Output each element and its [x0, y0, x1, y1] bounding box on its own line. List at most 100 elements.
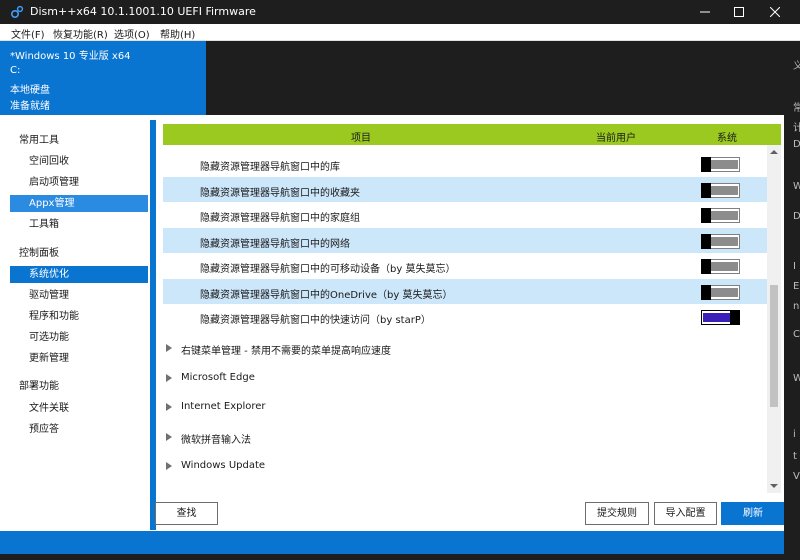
refresh-button[interactable]: 刷新	[721, 502, 785, 525]
column-current-user[interactable]: 当前用户	[596, 129, 636, 144]
app-window: Dism++x64 10.1.1001.10 UEFI Firmware 文件(…	[0, 0, 800, 560]
toggle-knob	[701, 234, 711, 249]
toggle-track	[711, 160, 738, 169]
category-group[interactable]: 微软拼音输入法	[163, 423, 767, 452]
settings-list: 隐藏资源管理器导航窗口中的库 隐藏资源管理器导航窗口中的收藏夹 隐藏资源管理器导航窗…	[163, 151, 767, 491]
setting-label: 隐藏资源管理器导航窗口中的家庭组	[200, 213, 360, 224]
nav-item-drivers[interactable]: 驱动管理	[10, 287, 148, 304]
import-config-button[interactable]: 导入配置	[654, 502, 717, 525]
table-row[interactable]: 隐藏资源管理器导航窗口中的可移动设备（by 莫失莫忘）	[163, 253, 767, 278]
group-label: Microsoft Edge	[181, 371, 255, 383]
toggle-knob	[701, 259, 711, 274]
status-bar	[0, 531, 784, 554]
find-button[interactable]: 查找	[155, 502, 218, 525]
nav-section-common: 常用工具	[19, 135, 59, 146]
background-text-char: I	[793, 261, 796, 272]
submit-rule-button[interactable]: 提交规则	[585, 502, 649, 525]
toggle-knob	[701, 208, 711, 223]
column-system[interactable]: 系统	[717, 129, 737, 144]
category-group[interactable]: Internet Explorer	[163, 393, 767, 422]
setting-label: 隐藏资源管理器导航窗口中的收藏夹	[200, 188, 360, 199]
window-bottom-edge	[0, 554, 800, 560]
system-toggle[interactable]	[701, 285, 740, 300]
nav-item-appx[interactable]: Appx管理	[10, 195, 148, 212]
table-row[interactable]: 隐藏资源管理器导航窗口中的网络	[163, 228, 767, 253]
scroll-up-icon[interactable]	[770, 148, 778, 156]
toggle-track	[711, 211, 738, 220]
background-text-char: i	[793, 429, 796, 440]
category-group[interactable]: Windows Update	[163, 452, 767, 481]
close-button[interactable]	[758, 0, 792, 24]
expand-arrow-icon[interactable]	[166, 462, 172, 471]
nav-item-updates[interactable]: 更新管理	[10, 350, 148, 367]
setting-label: 隐藏资源管理器导航窗口中的网络	[200, 239, 350, 250]
table-row[interactable]: 隐藏资源管理器导航窗口中的快速访问（by starP）	[163, 304, 767, 329]
setting-label: 隐藏资源管理器导航窗口中的快速访问（by starP）	[200, 315, 431, 326]
column-item[interactable]: 项目	[351, 129, 371, 144]
disk-type: 本地硬盘	[10, 85, 50, 96]
nav-item-toolbox[interactable]: 工具箱	[10, 216, 148, 233]
expand-arrow-icon[interactable]	[166, 403, 172, 412]
vertical-scrollbar[interactable]	[767, 145, 781, 493]
table-row[interactable]: 隐藏资源管理器导航窗口中的库	[163, 151, 767, 176]
toggle-track	[711, 237, 738, 246]
background-text-char: E	[793, 281, 800, 292]
expand-arrow-icon[interactable]	[166, 373, 172, 382]
status-text: 准备就绪	[10, 101, 50, 112]
system-toggle[interactable]	[701, 157, 740, 172]
nav-item-startup[interactable]: 启动项管理	[10, 174, 148, 191]
category-group[interactable]: 记事本	[163, 482, 767, 491]
toggle-knob	[701, 157, 711, 172]
sidebar: 常用工具 空间回收 启动项管理 Appx管理 工具箱 控制面板 系统优化 驱动管…	[0, 120, 150, 528]
menu-file[interactable]: 文件(F)	[11, 26, 45, 41]
nav-item-system-optimize[interactable]: 系统优化	[10, 266, 148, 283]
group-label: Internet Explorer	[181, 401, 266, 413]
nav-item-answer-file[interactable]: 预应答	[10, 421, 148, 438]
menu-options[interactable]: 选项(O)	[114, 26, 150, 41]
minimize-icon	[700, 11, 710, 13]
toggle-track	[711, 262, 738, 271]
group-label: 记事本	[181, 490, 211, 491]
background-text-char: W	[793, 373, 800, 384]
minimize-button[interactable]	[688, 0, 722, 24]
toggle-track	[711, 288, 738, 297]
nav-item-file-assoc[interactable]: 文件关联	[10, 400, 148, 417]
nav-item-programs[interactable]: 程序和功能	[10, 308, 148, 325]
toggle-knob	[730, 310, 740, 325]
scroll-thumb[interactable]	[770, 285, 778, 407]
nav-item-space-cleanup[interactable]: 空间回收	[10, 153, 148, 170]
background-text-char: 义	[793, 61, 800, 72]
table-row[interactable]: 隐藏资源管理器导航窗口中的OneDrive（by 莫失莫忘）	[163, 279, 767, 304]
menu-help[interactable]: 帮助(H)	[160, 26, 195, 41]
system-toggle[interactable]	[701, 208, 740, 223]
system-toggle[interactable]	[701, 234, 740, 249]
system-toggle[interactable]	[701, 310, 740, 325]
category-group[interactable]: 右键菜单管理 - 禁用不需要的菜单提高响应速度	[163, 334, 767, 363]
session-area	[206, 41, 784, 115]
toggle-knob	[701, 183, 711, 198]
menu-bar: 文件(F) 恢复功能(R) 选项(O) 帮助(H)	[0, 24, 800, 41]
background-text-char: 常	[793, 103, 800, 114]
window-title: Dism++x64 10.1.1001.10 UEFI Firmware	[30, 5, 256, 18]
table-row[interactable]: 隐藏资源管理器导航窗口中的家庭组	[163, 202, 767, 227]
drive-letter: C:	[10, 65, 21, 76]
table-row[interactable]: 隐藏资源管理器导航窗口中的收藏夹	[163, 177, 767, 202]
toggle-track	[711, 186, 738, 195]
expand-arrow-icon[interactable]	[166, 432, 172, 441]
menu-restore[interactable]: 恢复功能(R)	[53, 26, 108, 41]
system-toggle[interactable]	[701, 183, 740, 198]
group-label: 微软拼音输入法	[181, 434, 251, 446]
scroll-down-icon[interactable]	[770, 482, 778, 490]
toggle-track	[703, 313, 730, 322]
image-info-panel[interactable]: *Windows 10 专业版 x64 C: 本地硬盘 准备就绪	[0, 41, 206, 115]
title-bar[interactable]: Dism++x64 10.1.1001.10 UEFI Firmware	[0, 0, 800, 24]
maximize-button[interactable]	[722, 0, 756, 24]
gear-app-icon	[10, 5, 24, 19]
expand-arrow-icon[interactable]	[166, 344, 172, 352]
background-text-char: 计	[793, 123, 800, 134]
content-border	[151, 120, 156, 530]
table-header: 项目 当前用户 系统	[163, 124, 781, 145]
nav-item-optional-features[interactable]: 可选功能	[10, 329, 148, 346]
category-group[interactable]: Microsoft Edge	[163, 364, 767, 393]
system-toggle[interactable]	[701, 259, 740, 274]
